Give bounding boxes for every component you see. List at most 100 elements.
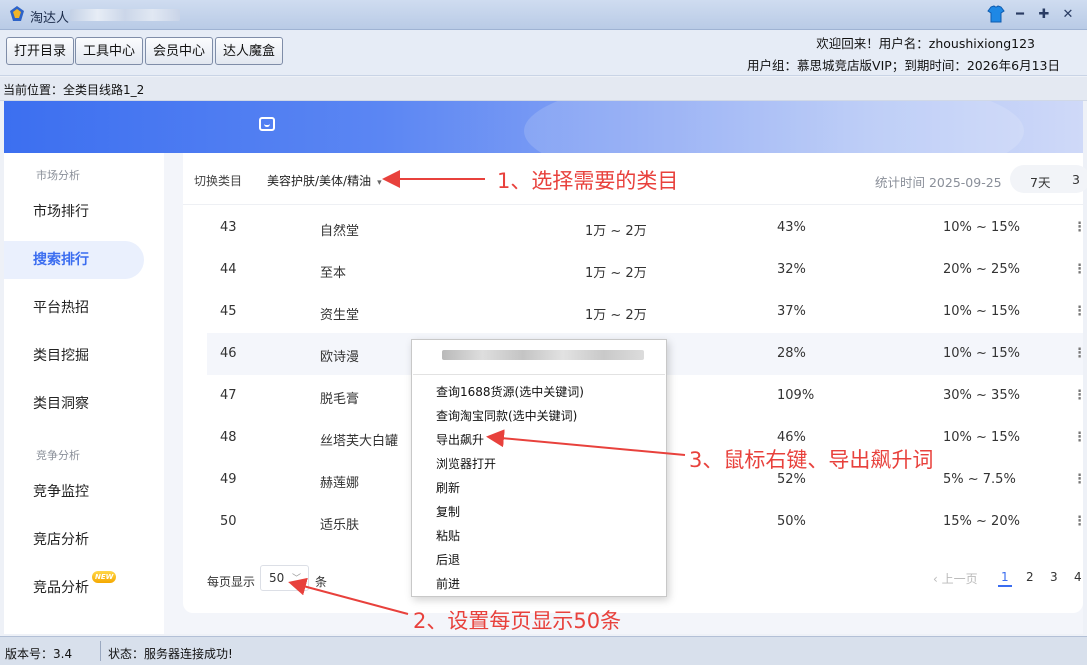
shirt-icon[interactable] xyxy=(985,3,1007,25)
percent-cell: 28% xyxy=(777,346,806,361)
keyword-cell: 脱毛膏 xyxy=(320,392,360,407)
menu-item-refresh[interactable]: 刷新 xyxy=(436,479,460,496)
new-badge: NEW xyxy=(92,571,117,583)
rank-cell: 44 xyxy=(220,262,237,277)
magic-box-button[interactable]: 达人魔盒 xyxy=(215,37,284,65)
volume-cell: 1万 ~ 2万 xyxy=(585,308,647,323)
table-row[interactable]: 44 至本 1万 ~ 2万 32% 20% ~ 25% ⋮ xyxy=(207,249,1086,291)
range-cell: 10% ~ 15% xyxy=(943,304,1020,319)
page-2[interactable]: 2 xyxy=(1026,570,1034,584)
context-menu-divider xyxy=(413,374,665,375)
stat-time: 统计时间 2025-09-25 xyxy=(875,175,1002,190)
sidebar-item-market-ranking[interactable]: 市场排行 xyxy=(4,193,144,231)
more-vertical-icon[interactable]: ⋮ xyxy=(1073,430,1086,445)
rank-cell: 49 xyxy=(220,472,237,487)
chevron-down-icon: ▾ xyxy=(377,178,382,188)
sidebar-group-market: 市场分析 xyxy=(36,169,80,182)
more-vertical-icon[interactable]: ⋮ xyxy=(1073,514,1086,529)
sidebar-group-competition: 竞争分析 xyxy=(36,449,80,462)
period-tabs: 7天 3 xyxy=(1010,165,1087,193)
menu-item-copy[interactable]: 复制 xyxy=(436,503,460,520)
table-row[interactable]: 45 资生堂 1万 ~ 2万 37% 10% ~ 15% ⋮ xyxy=(207,291,1086,333)
percent-cell: 50% xyxy=(777,514,806,529)
range-cell: 10% ~ 15% xyxy=(943,346,1020,361)
menu-item-query-taobao[interactable]: 查询淘宝同款(选中关键词) xyxy=(436,407,577,424)
page-1[interactable]: 1 xyxy=(998,570,1012,587)
annotation-step-1: 1、选择需要的类目 xyxy=(497,169,679,193)
tab-next-period[interactable]: 3 xyxy=(1072,172,1080,187)
version-text: 版本号：3.4 xyxy=(5,647,73,661)
rank-cell: 48 xyxy=(220,430,237,445)
message-icon[interactable] xyxy=(259,117,275,131)
table-row[interactable]: 43 自然堂 1万 ~ 2万 43% 10% ~ 15% ⋮ xyxy=(207,207,1086,249)
more-vertical-icon[interactable]: ⋮ xyxy=(1073,388,1086,403)
sidebar-item-competition-monitor[interactable]: 竞争监控 xyxy=(4,473,144,511)
per-page-value: 50 xyxy=(269,571,285,585)
range-cell: 10% ~ 15% xyxy=(943,220,1020,235)
rank-cell: 43 xyxy=(220,220,237,235)
more-vertical-icon[interactable]: ⋮ xyxy=(1073,262,1086,277)
keyword-cell: 丝塔芙大白罐 xyxy=(320,434,399,449)
member-center-button[interactable]: 会员中心 xyxy=(145,37,214,65)
switch-category-label: 切换类目 xyxy=(194,174,243,188)
category-selector[interactable]: 美容护肤/美体/精油 ▾ xyxy=(267,172,382,189)
page-4[interactable]: 4 xyxy=(1074,570,1082,584)
volume-cell: 1万 ~ 2万 xyxy=(585,266,647,281)
banner xyxy=(4,101,1083,153)
menu-item-open-browser[interactable]: 浏览器打开 xyxy=(436,455,496,472)
app-logo-icon xyxy=(10,6,24,21)
range-cell: 30% ~ 35% xyxy=(943,388,1020,403)
menu-item-forward[interactable]: 前进 xyxy=(436,575,460,592)
sidebar-item-category-mining[interactable]: 类目挖掘 xyxy=(4,337,144,375)
sidebar-item-shop-analysis[interactable]: 竞店分析 xyxy=(4,521,144,559)
rank-cell: 45 xyxy=(220,304,237,319)
category-value: 美容护肤/美体/精油 xyxy=(267,174,372,188)
percent-cell: 43% xyxy=(777,220,806,235)
annotation-step-3: 3、鼠标右键、导出飙升词 xyxy=(689,448,934,472)
welcome-text: 欢迎回来！用户名：zhoushixiong123 xyxy=(816,36,1035,51)
more-vertical-icon[interactable]: ⋮ xyxy=(1073,220,1086,235)
open-catalog-button[interactable]: 打开目录 xyxy=(6,37,75,65)
sidebar-item-hot-recruit[interactable]: 平台热招 xyxy=(4,289,144,327)
per-page-select[interactable]: 50 ﹀ xyxy=(260,565,309,591)
annotation-step-2: 2、设置每页显示50条 xyxy=(413,609,622,633)
window-title: 淘达人 xyxy=(30,11,70,26)
page-3[interactable]: 3 xyxy=(1050,570,1058,584)
menu-item-query-1688[interactable]: 查询1688货源(选中关键词) xyxy=(436,383,584,400)
volume-cell: 1万 ~ 2万 xyxy=(585,224,647,239)
sidebar-item-label: 竞品分析 xyxy=(33,580,89,596)
keyword-cell: 适乐肤 xyxy=(320,518,360,533)
more-vertical-icon[interactable]: ⋮ xyxy=(1073,472,1086,487)
tab-7days[interactable]: 7天 xyxy=(1030,172,1050,191)
status-message: 状态：服务器连接成功! xyxy=(108,647,233,661)
range-cell: 20% ~ 25% xyxy=(943,262,1020,277)
rank-cell: 50 xyxy=(220,514,237,529)
tool-center-button[interactable]: 工具中心 xyxy=(75,37,144,65)
keyword-cell: 资生堂 xyxy=(320,308,360,323)
range-cell: 10% ~ 15% xyxy=(943,430,1020,445)
location-bar: 当前位置：全类目线路1_2 xyxy=(0,77,1087,101)
keyword-cell: 自然堂 xyxy=(320,224,360,239)
prev-page-button[interactable]: ‹ 上一页 xyxy=(933,570,978,587)
percent-cell: 37% xyxy=(777,304,806,319)
percent-cell: 32% xyxy=(777,262,806,277)
title-bar: 淘达人 ━ ✚ ✕ xyxy=(0,0,1087,30)
user-group-text: 用户组：慕思城竞店版VIP；到期时间：2026年6月13日 xyxy=(747,58,1060,73)
context-menu: 查询1688货源(选中关键词) 查询淘宝同款(选中关键词) 导出飙升 浏览器打开… xyxy=(411,339,667,597)
maximize-icon[interactable]: ✚ xyxy=(1036,7,1052,23)
status-divider xyxy=(100,641,101,661)
sidebar-item-search-ranking[interactable]: 搜索排行 xyxy=(4,241,144,279)
minimize-icon[interactable]: ━ xyxy=(1012,7,1028,23)
menu-item-paste[interactable]: 粘贴 xyxy=(436,527,460,544)
status-bar: 版本号：3.4 状态：服务器连接成功! xyxy=(0,636,1087,665)
prev-page-label: 上一页 xyxy=(941,572,978,586)
more-vertical-icon[interactable]: ⋮ xyxy=(1073,346,1086,361)
sidebar-item-product-analysis[interactable]: 竞品分析 NEW xyxy=(4,569,144,607)
range-cell: 15% ~ 20% xyxy=(943,514,1020,529)
sidebar-item-category-insight[interactable]: 类目洞察 xyxy=(4,385,144,423)
keyword-cell: 赫莲娜 xyxy=(320,476,360,491)
more-vertical-icon[interactable]: ⋮ xyxy=(1073,304,1086,319)
menu-item-back[interactable]: 后退 xyxy=(436,551,460,568)
menu-item-export-surge[interactable]: 导出飙升 xyxy=(436,431,484,448)
close-icon[interactable]: ✕ xyxy=(1060,7,1076,23)
